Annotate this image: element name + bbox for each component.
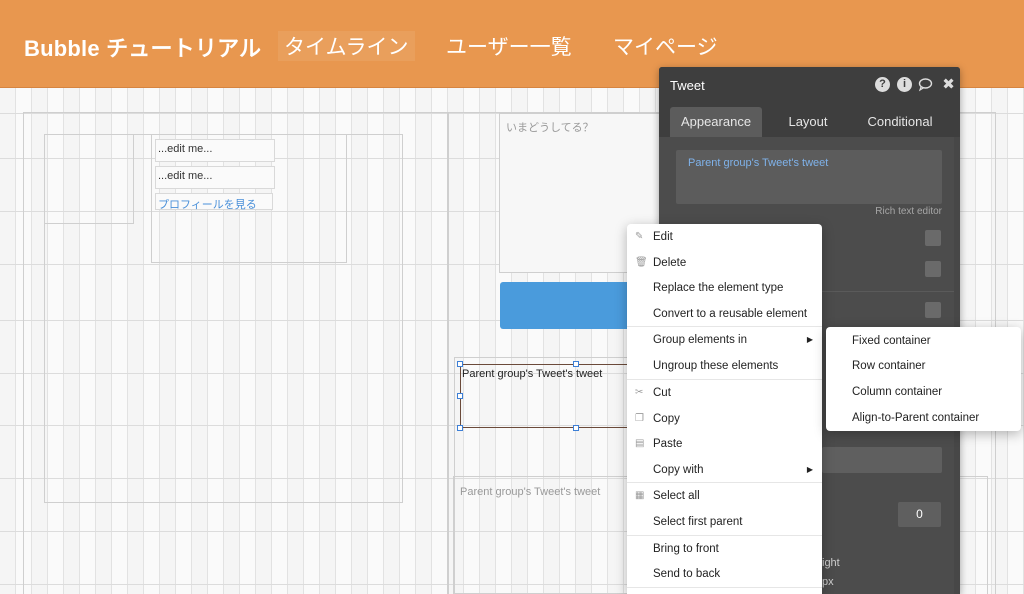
submenu-item-row-container[interactable]: Row container [826,353,1021,379]
resize-handle-bottom[interactable] [573,425,579,431]
menu-item-label: Edit [653,231,673,243]
property-editor-titlebar[interactable]: Tweet ? i ✖ [659,67,960,103]
menu-item-label: Convert to a reusable element [653,308,808,320]
menu-item-paste[interactable]: ▤ Paste [627,431,822,457]
menu-item-label: Replace the element type [653,282,784,294]
selected-tweet-text[interactable]: Parent group's Tweet's tweet [460,364,640,428]
close-icon[interactable]: ✖ [941,77,956,92]
help-icon[interactable]: ? [875,77,890,92]
rich-text-value: Parent group's Tweet's tweet [688,157,829,169]
resize-handle-left[interactable] [457,393,463,399]
nav-item-timeline[interactable]: タイムライン [278,31,415,61]
number-input[interactable]: 0 [898,502,941,527]
nav-item-users[interactable]: ユーザー一覧 [446,31,572,61]
menu-item-label: Ungroup these elements [653,360,779,372]
profile-link-text: プロフィールを見る [158,199,257,211]
tab-layout[interactable]: Layout [764,107,852,137]
name-field-text: ...edit me... [158,143,213,155]
resize-handle-top-left[interactable] [457,361,463,367]
menu-item-label: Cut [653,387,671,399]
menu-item-ungroup[interactable]: Ungroup these elements [627,353,822,379]
scissors-icon: ✂ [635,387,644,398]
profile-link[interactable]: プロフィールを見る [155,193,273,211]
style-dropdown[interactable] [822,447,942,473]
menu-item-label: Group elements in [653,334,747,346]
tab-appearance[interactable]: Appearance [670,107,762,137]
submenu-item-column-container[interactable]: Column container [826,379,1021,405]
submenu-item-fixed-container[interactable]: Fixed container [826,328,1021,354]
avatar-box[interactable] [44,134,134,224]
rich-text-editor[interactable]: Parent group's Tweet's tweet [676,150,942,204]
menu-item-copy[interactable]: ❐ Copy [627,406,822,432]
menu-item-edit[interactable]: ✎ Edit [627,224,822,250]
bio-field-text: ...edit me... [158,170,213,182]
menu-item-cut[interactable]: ✂ Cut [627,380,822,406]
name-field[interactable]: ...edit me... [155,139,275,162]
property-editor-tabs: Appearance Layout Conditional [659,103,960,137]
option-checkbox-3[interactable] [925,302,941,318]
menu-item-convert-reusable[interactable]: Convert to a reusable element [627,301,822,327]
option-checkbox-1[interactable] [925,230,941,246]
brand-title[interactable]: Bubble チュートリアル [24,31,261,63]
menu-item-label: Select first parent [653,516,743,528]
menu-item-select-all[interactable]: ▦ Select all [627,483,822,509]
submenu-arrow-icon: ▶ [806,465,813,474]
copy-icon: ❐ [635,413,644,424]
menu-item-label: Delete [653,257,687,269]
submenu-item-align-to-parent[interactable]: Align-to-Parent container [826,405,1021,431]
submenu-arrow-icon: ▶ [806,335,813,344]
resize-handle-top[interactable] [573,361,579,367]
menu-item-label: Send to back [653,568,721,580]
bio-field[interactable]: ...edit me... [155,166,275,189]
line-height-label: ight [822,557,840,569]
comment-icon[interactable] [918,77,933,92]
repeating-group-tweet-text: Parent group's Tweet's tweet [460,486,601,498]
menu-item-replace-type[interactable]: Replace the element type [627,275,822,301]
pencil-icon: ✎ [635,231,644,242]
group-elements-submenu: Fixed container Row container Column con… [826,327,1021,431]
tab-conditional[interactable]: Conditional [854,107,946,137]
property-editor-title: Tweet [670,78,705,93]
menu-item-copy-with[interactable]: Copy with ▶ [627,457,822,483]
option-checkbox-2[interactable] [925,261,941,277]
menu-item-label: Copy [653,413,680,425]
paste-icon: ▤ [635,438,645,449]
grid-icon: ▦ [635,490,645,501]
menu-item-label: Copy with [653,464,704,476]
context-menu: ✎ Edit 🗑 Delete Replace the element type… [627,224,822,594]
menu-item-label: Select all [653,490,700,502]
info-icon[interactable]: i [897,77,912,92]
rich-text-editor-label[interactable]: Rich text editor [875,206,942,217]
tweet-input-placeholder: いまどうしてる？ [506,122,594,134]
menu-item-send-to-back[interactable]: Send to back [627,561,822,587]
selected-tweet-text-value: Parent group's Tweet's tweet [462,368,603,380]
menu-item-select-first-parent[interactable]: Select first parent [627,509,822,535]
menu-item-bring-to-front[interactable]: Bring to front [627,536,822,562]
menu-item-delete[interactable]: 🗑 Delete [627,250,822,276]
resize-handle-bottom-left[interactable] [457,425,463,431]
menu-item-label: Bring to front [653,543,719,555]
menu-item-label: Paste [653,438,683,450]
px-unit-label: px [822,576,834,588]
nav-item-mypage[interactable]: マイページ [613,31,718,61]
menu-item-group-elements-in[interactable]: Group elements in ▶ [627,327,822,353]
trash-icon: 🗑 [635,257,648,268]
